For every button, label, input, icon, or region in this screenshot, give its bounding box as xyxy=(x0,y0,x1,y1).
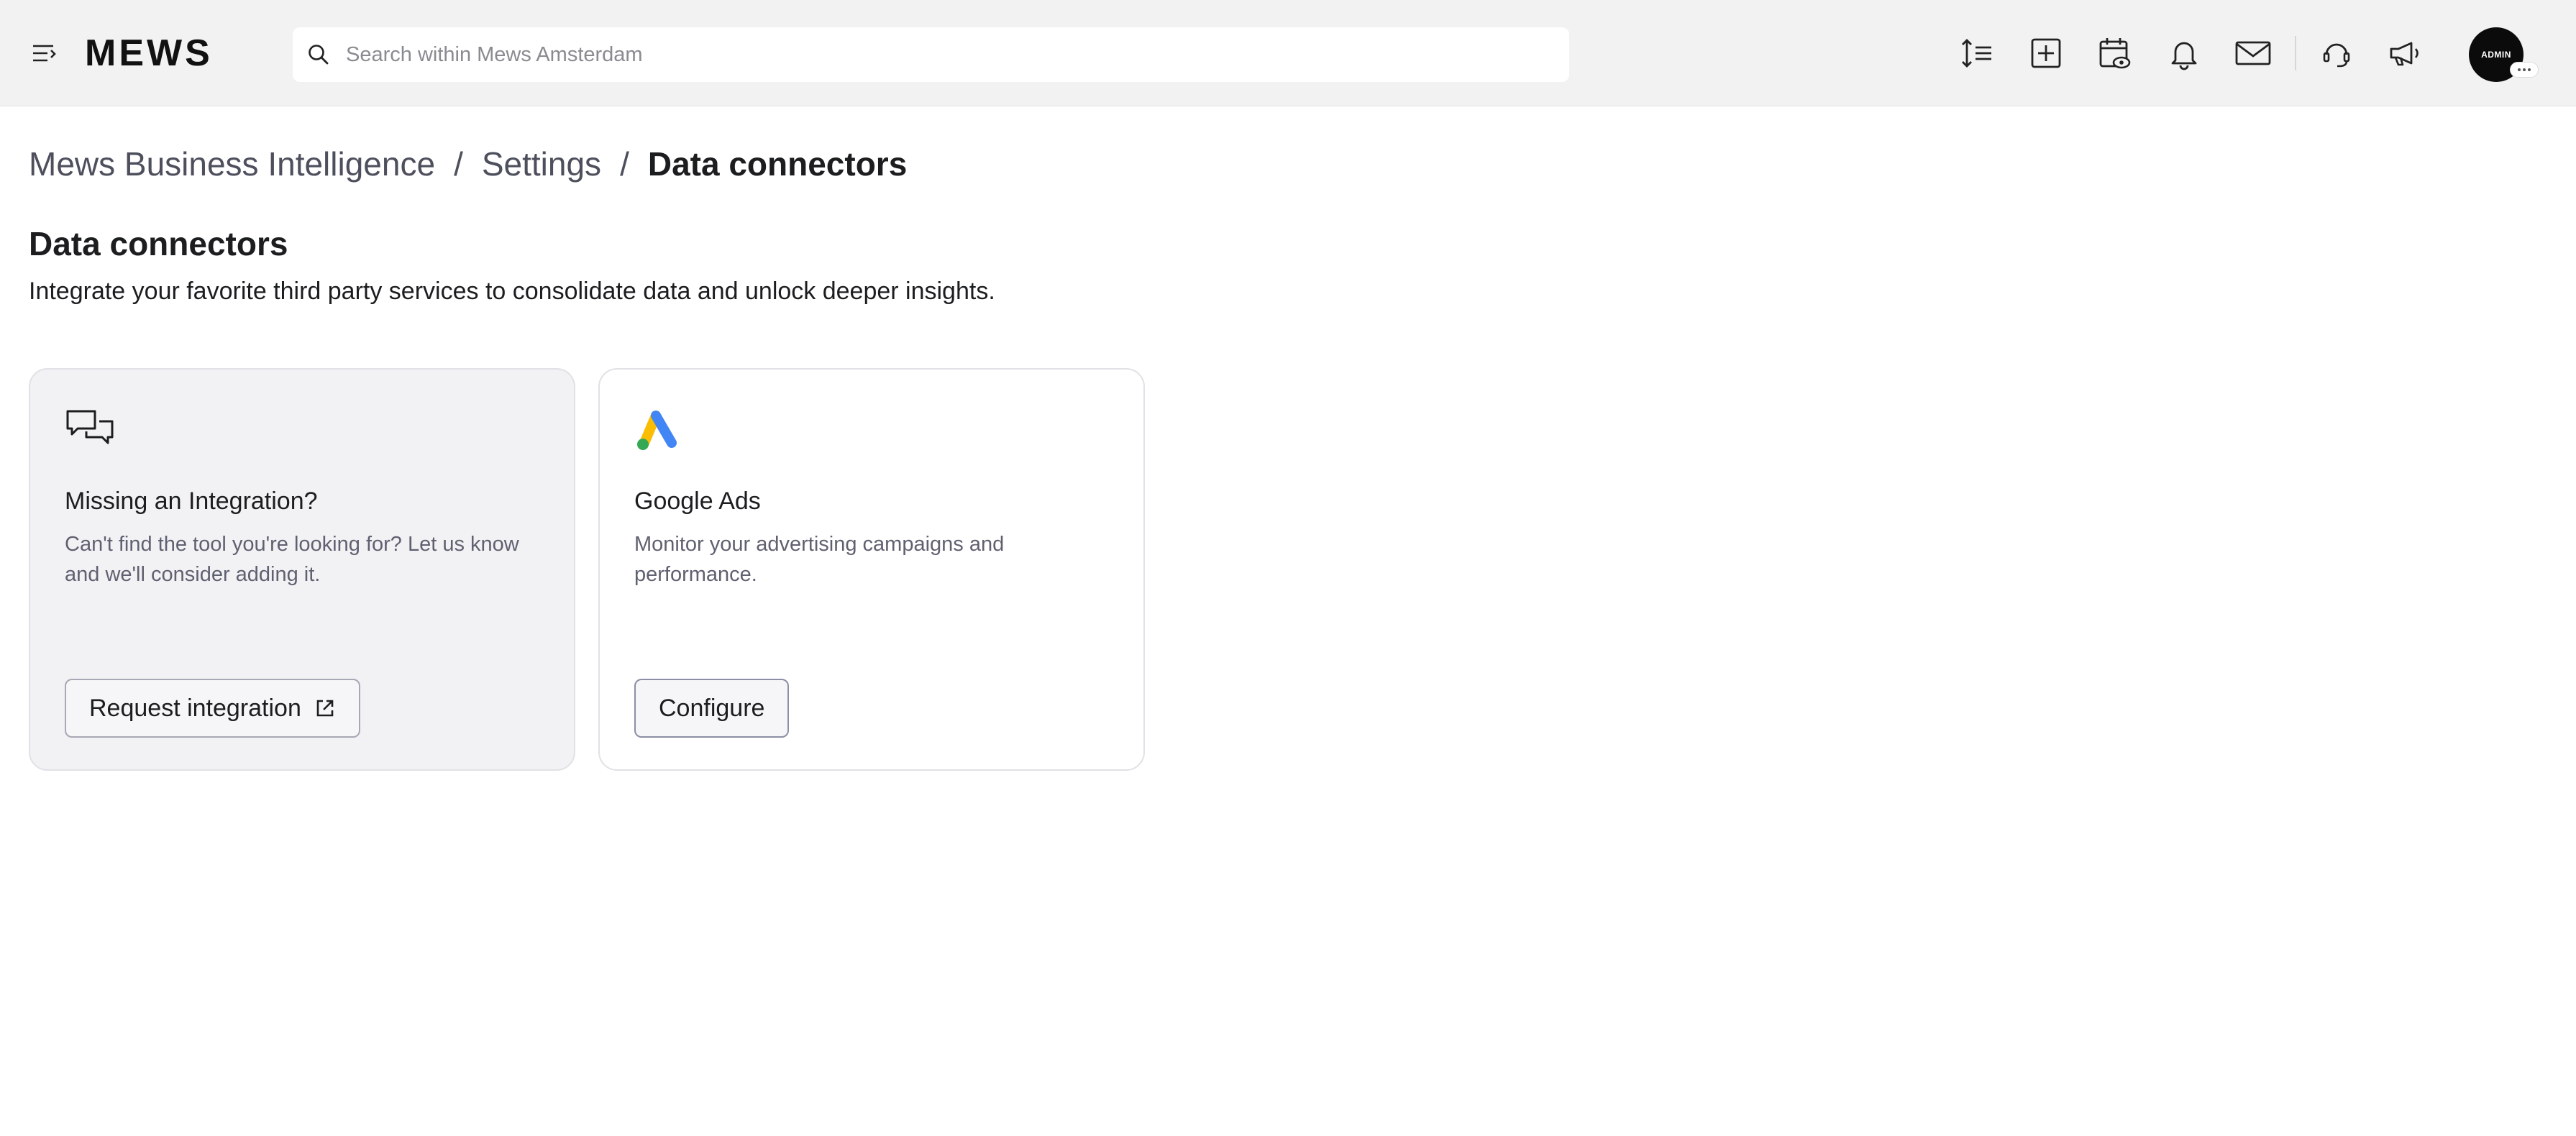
toolbar-divider xyxy=(2295,36,2296,70)
support-button[interactable] xyxy=(2316,33,2357,73)
search-icon xyxy=(304,40,333,69)
request-integration-button[interactable]: Request integration xyxy=(65,679,360,738)
card-title: Missing an Integration? xyxy=(65,487,318,515)
configure-button[interactable]: Configure xyxy=(634,679,790,738)
add-square-icon xyxy=(2031,38,2061,68)
search-bar[interactable] xyxy=(293,27,1569,82)
avatar-more-icon[interactable] xyxy=(2510,62,2539,78)
top-bar: MEWS Search within Mews Amsterdam ADMIN xyxy=(0,0,2576,106)
google-ads-logo-icon xyxy=(637,411,677,450)
search-input[interactable] xyxy=(344,33,1531,76)
messages-button[interactable] xyxy=(2233,33,2273,73)
notifications-button[interactable] xyxy=(2164,33,2204,73)
breadcrumb-item-mews-business-intelligence[interactable]: Mews Business Intelligence xyxy=(29,145,435,183)
sort-lines-icon xyxy=(1962,39,1991,68)
page-title: Data connectors xyxy=(29,225,288,262)
breadcrumb: Mews Business Intelligence / Settings / … xyxy=(29,141,907,187)
breadcrumb-item-settings[interactable]: Settings xyxy=(482,145,601,183)
support-icon xyxy=(2323,43,2350,68)
external-link-icon xyxy=(316,700,334,717)
mews-logo[interactable]: MEWS xyxy=(85,32,213,75)
calendar-view-button[interactable] xyxy=(2095,33,2135,73)
announcements-button[interactable] xyxy=(2385,33,2426,73)
breadcrumb-current: Data connectors xyxy=(647,145,908,183)
menu-button[interactable] xyxy=(29,37,60,69)
chat-bubbles-icon xyxy=(66,410,114,444)
sort-lines-button[interactable] xyxy=(1957,33,1997,73)
menu-icon xyxy=(33,45,56,62)
button-label: Request integration xyxy=(89,694,301,722)
page-subtitle: Integrate your favorite third party serv… xyxy=(29,278,995,305)
card-title: Google Ads xyxy=(634,487,761,515)
breadcrumb-separator: / xyxy=(620,145,629,183)
announcement-icon xyxy=(2390,42,2419,66)
calendar-view-icon xyxy=(2099,38,2131,69)
card-description: Monitor your advertising campaigns and p… xyxy=(634,533,1005,586)
add-button[interactable] xyxy=(2026,33,2066,73)
button-label: Configure xyxy=(659,694,765,722)
missing-integration-card: Missing an Integration? Can't find the t… xyxy=(29,368,575,771)
google-ads-card: Google Ads Monitor your advertising camp… xyxy=(598,368,1145,771)
mail-icon xyxy=(2235,41,2271,65)
breadcrumb-separator: / xyxy=(454,145,463,183)
bell-icon xyxy=(2171,42,2197,70)
card-description: Can't find the tool you're looking for? … xyxy=(65,533,519,586)
